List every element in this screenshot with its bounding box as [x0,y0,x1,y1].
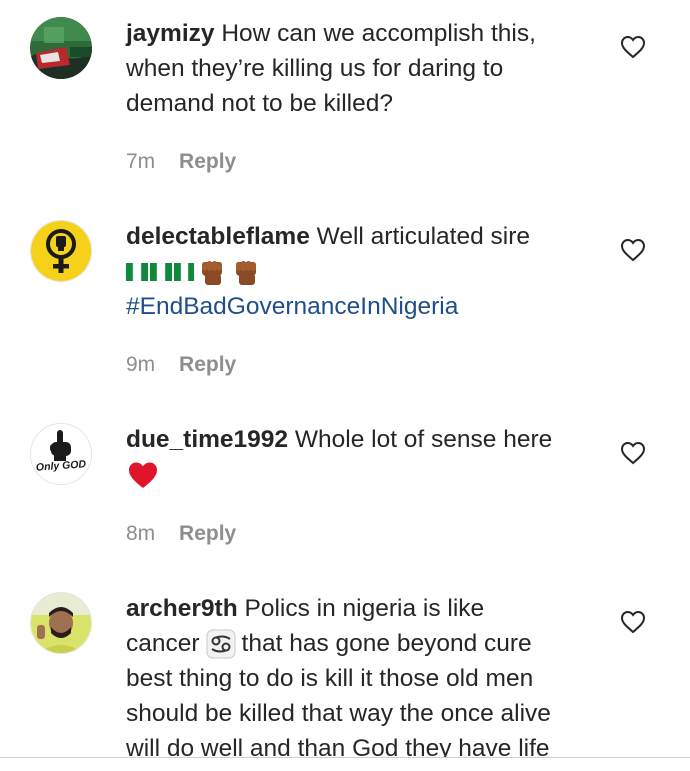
comment-body: delectableflame Well articulated sire #E… [126,219,596,324]
comment-text-line: when they’re killing us for daring to [126,55,504,82]
comment-text: How can we accomplish this, [221,20,536,47]
flag-photo-avatar-icon [30,17,92,79]
comment-list[interactable]: jaymizy How can we accomplish this, when… [0,0,690,758]
avatar[interactable] [30,220,92,282]
avatar[interactable] [30,592,92,654]
cancer-zodiac-icon [206,629,236,658]
red-heart-icon [129,462,157,488]
comment-text-line: best thing to do is kill it those old me… [126,665,534,692]
heart-outline-icon [620,610,646,634]
like-button[interactable] [620,238,646,262]
avatar[interactable] [30,17,92,79]
comment-text-line: will do well and than God they have life [126,735,550,758]
heart-outline-icon [620,441,646,465]
comment-meta: 8m Reply [126,522,236,546]
hashtag-link[interactable]: #EndBadGovernanceInNigeria [126,289,596,324]
comment-text-line: should be killed that way the once alive [126,700,551,727]
raised-fist-icon [236,260,256,285]
only-god-avatar-icon [31,424,91,484]
username[interactable]: delectableflame [126,223,310,250]
avatar[interactable]: Only GOD [30,423,92,485]
timestamp: 9m [126,353,156,376]
comment-body: archer9th Polics in nigeria is like canc… [126,591,596,758]
comment-text-part: that has gone beyond cure [241,630,532,657]
comment-meta: 9m Reply [126,353,236,377]
comment-text-part: cancer [126,630,200,657]
raised-fist-icon [202,260,222,285]
comment-body: due_time1992 Whole lot of sense here [126,422,596,492]
reply-button[interactable]: Reply [179,522,236,545]
timestamp: 7m [126,150,156,173]
reply-button[interactable]: Reply [179,353,236,376]
like-button[interactable] [620,35,646,59]
comment-body: jaymizy How can we accomplish this, when… [126,16,596,121]
like-button[interactable] [620,610,646,634]
timestamp: 8m [126,522,156,545]
heart-outline-icon [620,35,646,59]
reply-button[interactable]: Reply [179,150,236,173]
comment-text-line: demand not to be killed? [126,90,393,117]
like-button[interactable] [620,441,646,465]
comment-text: Polics in nigeria is like [244,595,485,622]
emoji-row [126,254,596,289]
heart-outline-icon [620,238,646,262]
comment-meta: 7m Reply [126,150,236,174]
comment-text-line: cancer that has gone beyond cure [126,626,596,661]
comment-text: Well articulated sire [316,223,530,250]
emoji-row [126,457,596,492]
feminist-fist-avatar-icon [31,221,91,281]
nigeria-flag-icon [126,262,194,281]
man-photo-avatar-icon [31,593,91,653]
comment-text: Whole lot of sense here [294,426,553,453]
username[interactable]: due_time1992 [126,426,288,453]
username[interactable]: jaymizy [126,20,215,47]
username[interactable]: archer9th [126,595,238,622]
